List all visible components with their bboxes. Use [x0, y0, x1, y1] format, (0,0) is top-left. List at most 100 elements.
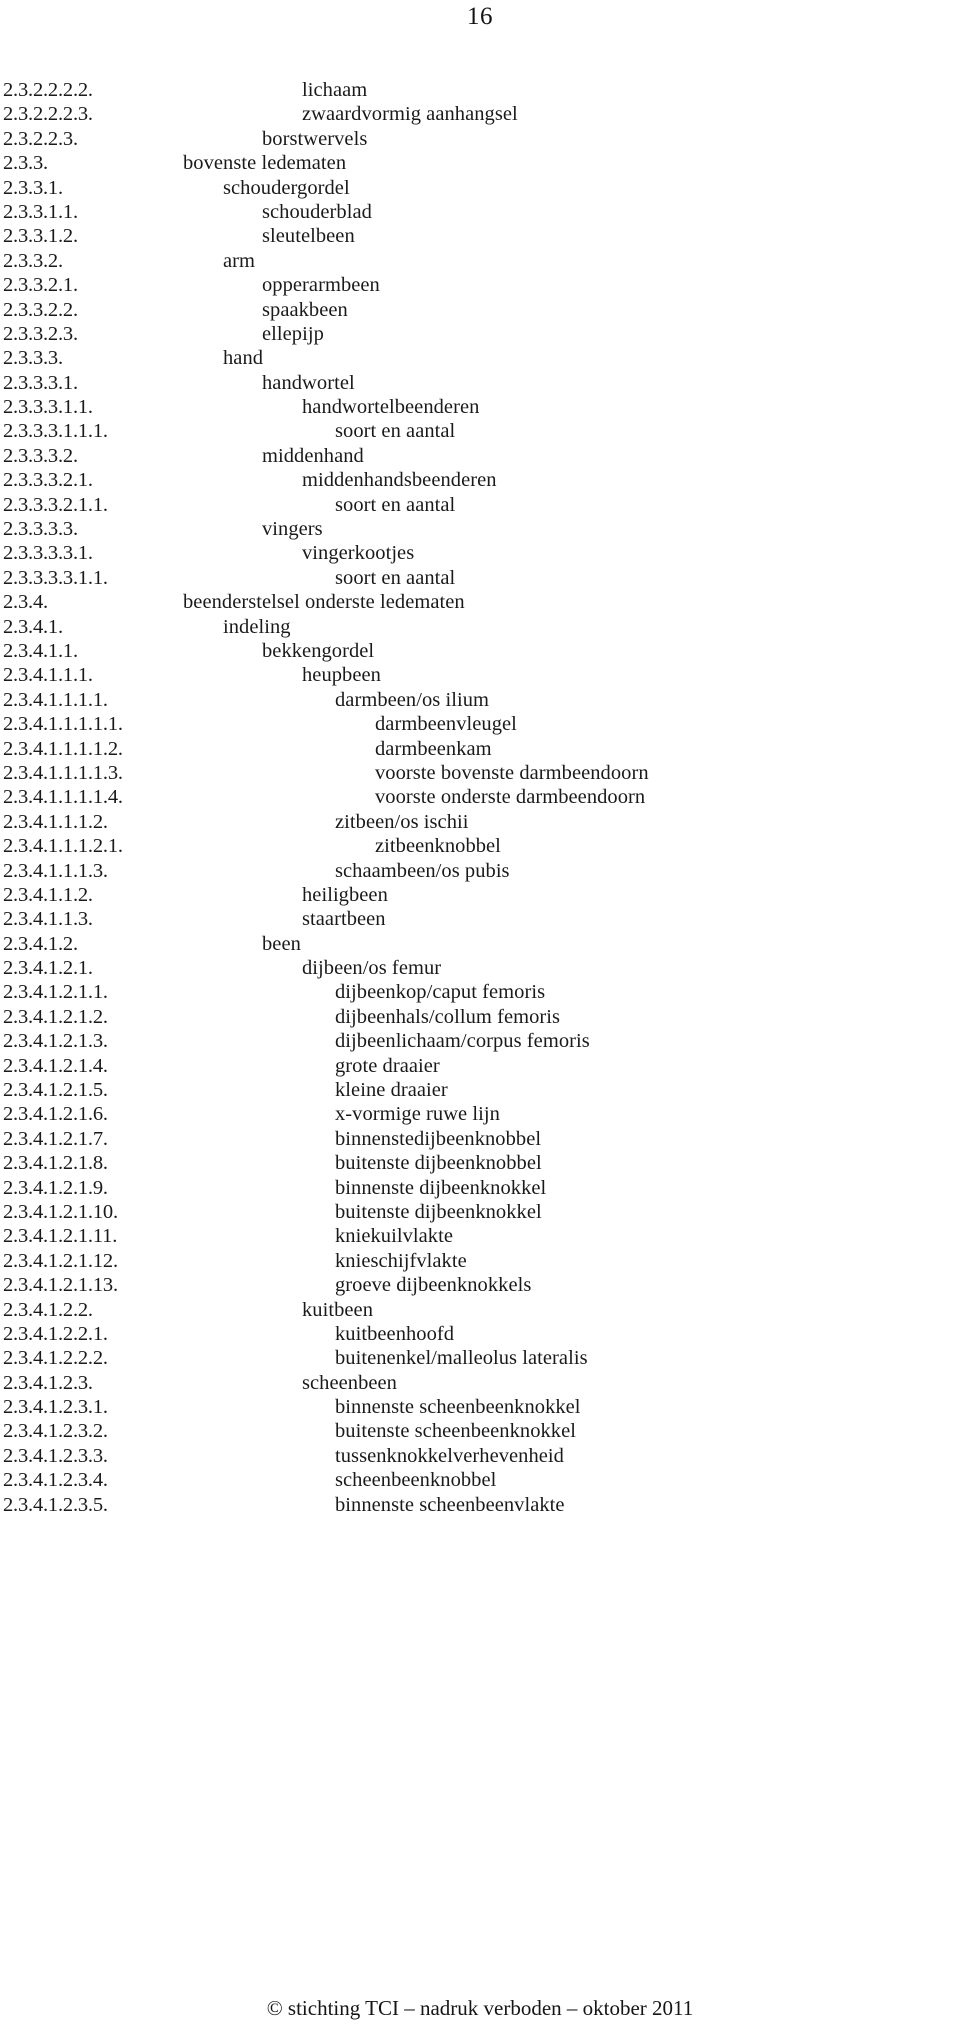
- index-row: 2.3.4.1.2.1.2. dijbeenhals/collum femoris: [3, 1005, 960, 1029]
- index-row-label: darmbeen/os ilium: [335, 688, 489, 711]
- index-row-code: 2.3.4.1.1.1.1.2.: [3, 737, 123, 760]
- index-row-code: 2.3.3.3.2.1.1.: [3, 493, 108, 516]
- index-row: 2.3.4.1.1.1. heupbeen: [3, 663, 960, 687]
- index-row: 2.3.3.3.2. middenhand: [3, 444, 960, 468]
- index-row-label: hand: [223, 347, 264, 370]
- index-row: 2.3.4.1.2.3.2. buitenste scheenbeenknokke…: [3, 1419, 960, 1443]
- index-row: 2.3.2.2.2.2. lichaam: [3, 78, 960, 102]
- index-row: 2.3.4.1.2.2. kuitbeen: [3, 1298, 960, 1322]
- index-row-label: dijbeenhals/collum femoris: [335, 1005, 561, 1028]
- index-row: 2.3.3.1.1. schouderblad: [3, 200, 960, 224]
- index-row-code: 2.3.4.1.2.3.1.: [3, 1396, 108, 1419]
- index-row: 2.3.4.1.2.1.12. knieschijfvlakte: [3, 1249, 960, 1273]
- index-row-code: 2.3.3.2.3.: [3, 322, 78, 345]
- index-row: 2.3.4.1.2. been: [3, 932, 960, 956]
- index-row-label: arm: [223, 249, 256, 272]
- index-row: 2.3.4.1.2.1.8. buitenste dijbeenknobbel: [3, 1151, 960, 1175]
- index-row: 2.3.2.2.3. borstwervels: [3, 127, 960, 151]
- index-row-code: 2.3.4.1.2.1.3.: [3, 1030, 108, 1053]
- index-row-label: heiligbeen: [302, 883, 388, 906]
- index-row-code: 2.3.3.1.1.: [3, 200, 78, 223]
- index-row-label: bekkengordel: [262, 639, 375, 662]
- index-row: 2.3.4.1.2.1.1. dijbeenkop/caput femoris: [3, 980, 960, 1004]
- index-row: 2.3.4.1.2.3.5. binnenste scheenbeenvlakte: [3, 1493, 960, 1517]
- index-row: 2.3.4.1.2.3.4. scheenbeenknobbel: [3, 1468, 960, 1492]
- index-row-code: 2.3.3.3.2.1.: [3, 469, 93, 492]
- index-row-code: 2.3.4.1.2.1.9.: [3, 1176, 108, 1199]
- index-row-code: 2.3.4.1.1.1.2.1.: [3, 835, 123, 858]
- index-row-code: 2.3.4.1.1.1.1.3.: [3, 761, 123, 784]
- index-row-code: 2.3.4.1.2.1.6.: [3, 1103, 108, 1126]
- index-row-label: kniekuilvlakte: [335, 1225, 453, 1248]
- index-row-label: binnenste scheenbeenknokkel: [335, 1396, 581, 1419]
- index-row: 2.3.3. bovenste ledematen: [3, 151, 960, 175]
- document-page: 16 2.3.2.2.2.2. lichaam 2.3.2.2.2.3. zwaard…: [0, 0, 960, 2039]
- index-row: 2.3.4.1.2.1. dijbeen/os femur: [3, 956, 960, 980]
- index-row-label: binnenstedijbeenknobbel: [335, 1127, 542, 1150]
- index-row: 2.3.4.1.2.3. scheenbeen: [3, 1371, 960, 1395]
- index-row-code: 2.3.4.1.2.1.11.: [3, 1225, 118, 1248]
- index-row-code: 2.3.3.1.2.: [3, 225, 78, 248]
- index-row-label: handwortelbeenderen: [302, 396, 480, 419]
- index-row-label: middenhand: [262, 444, 364, 467]
- index-list: 2.3.2.2.2.2. lichaam 2.3.2.2.2.3. zwaardvor…: [3, 78, 960, 1517]
- page-number: 16: [467, 3, 493, 30]
- index-row-code: 2.3.3.: [3, 152, 48, 175]
- index-row-code: 2.3.4.1.2.3.3.: [3, 1444, 108, 1467]
- index-row-code: 2.3.3.3.3.1.: [3, 542, 93, 565]
- index-row: 2.3.3.3.1.1.1. soort en aantal: [3, 419, 960, 443]
- index-row-label: scheenbeen: [302, 1371, 397, 1394]
- index-row-label: groeve dijbeenknokkels: [335, 1274, 532, 1297]
- index-row: 2.3.3.3.2.1. middenhandsbeenderen: [3, 468, 960, 492]
- index-row-code: 2.3.3.2.1.: [3, 274, 78, 297]
- index-row-code: 2.3.3.3.2.: [3, 444, 78, 467]
- index-row-label: zwaardvormig aanhangsel: [302, 103, 518, 126]
- index-row-code: 2.3.4.1.2.2.1.: [3, 1322, 108, 1345]
- index-row-code: 2.3.4.1.2.: [3, 932, 78, 955]
- index-row-label: kuitbeen: [302, 1298, 373, 1321]
- index-row: 2.3.3.3.1. handwortel: [3, 371, 960, 395]
- index-row-label: tussenknokkelverhevenheid: [335, 1444, 564, 1467]
- index-row-code: 2.3.2.2.2.2.: [3, 79, 93, 101]
- index-row-code: 2.3.4.1.1.1.1.: [3, 688, 108, 711]
- index-row-label: soort en aantal: [335, 493, 456, 516]
- index-row-label: kleine draaier: [335, 1079, 448, 1102]
- index-row: 2.3.4.1.2.1.6. x-vormige ruwe lijn: [3, 1102, 960, 1126]
- index-row-code: 2.3.4.1.2.1.7.: [3, 1127, 108, 1150]
- index-row-label: ellepijp: [262, 322, 324, 345]
- index-row: 2.3.4.1.1.1.1. darmbeen/os ilium: [3, 688, 960, 712]
- index-row-label: sleutelbeen: [262, 225, 355, 248]
- index-row-code: 2.3.4.1.2.3.5.: [3, 1493, 108, 1516]
- index-row: 2.3.3.3.3. vingers: [3, 517, 960, 541]
- index-row: 2.3.4.1.2.1.9. binnenste dijbeenknokkel: [3, 1176, 960, 1200]
- index-row-code: 2.3.4.1.2.3.4.: [3, 1469, 108, 1492]
- index-row: 2.3.3.2.2. spaakbeen: [3, 298, 960, 322]
- index-row-label: soort en aantal: [335, 420, 456, 443]
- index-row-label: vingers: [262, 518, 323, 541]
- index-row: 2.3.4.1.1.1.1.1. darmbeenvleugel: [3, 712, 960, 736]
- index-row: 2.3.3.3.3.1. vingerkootjes: [3, 541, 960, 565]
- index-row-label: buitenste scheenbeenknokkel: [335, 1420, 577, 1443]
- index-row: 2.3.4.1.2.1.11. kniekuilvlakte: [3, 1224, 960, 1248]
- index-row: 2.3.4.1.1.3. staartbeen: [3, 907, 960, 931]
- index-row-label: zitbeenknobbel: [375, 835, 501, 858]
- index-row-code: 2.3.4.1.2.1.: [3, 957, 93, 980]
- index-row: 2.3.4.1.2.1.5. kleine draaier: [3, 1078, 960, 1102]
- index-row-label: dijbeen/os femur: [302, 957, 442, 980]
- index-row-label: dijbeenlichaam/corpus femoris: [335, 1030, 590, 1053]
- index-row: 2.3.3.3. hand: [3, 346, 960, 370]
- index-row: 2.3.4.1.2.1.10. buitenste dijbeenknokkel: [3, 1200, 960, 1224]
- index-row-label: dijbeenkop/caput femoris: [335, 981, 546, 1004]
- index-row: 2.3.4.1.2.1.3. dijbeenlichaam/corpus femo…: [3, 1029, 960, 1053]
- index-row-code: 2.3.2.2.2.3.: [3, 103, 93, 126]
- index-row-code: 2.3.4.1.2.1.10.: [3, 1200, 118, 1223]
- index-row-label: zitbeen/os ischii: [335, 810, 469, 833]
- index-row-code: 2.3.4.: [3, 591, 48, 614]
- index-row-code: 2.3.4.1.2.1.4.: [3, 1054, 108, 1077]
- index-row-label: grote draaier: [335, 1054, 440, 1077]
- index-row-label: bovenste ledematen: [183, 152, 347, 175]
- index-row-code: 2.3.4.1.1.: [3, 639, 78, 662]
- index-row: 2.3.4.1.1.1.1.4. voorste onderste darmbee…: [3, 785, 960, 809]
- index-row-label: schouderblad: [262, 200, 372, 223]
- index-row: 2.3.3.2. arm: [3, 249, 960, 273]
